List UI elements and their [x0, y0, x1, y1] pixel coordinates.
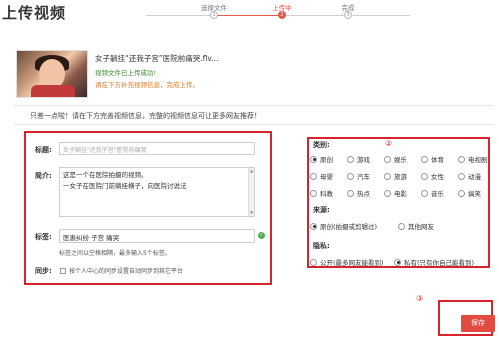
privacy-option-private[interactable]: 私有(只有你自己能看到) — [394, 257, 474, 267]
divider — [14, 124, 494, 125]
step-2-dot: 2 — [278, 11, 286, 19]
radio-icon — [458, 172, 465, 180]
step-line — [146, 15, 214, 16]
sync-label: 同步: — [35, 267, 52, 275]
radio-icon — [398, 222, 405, 230]
category-option-tv[interactable]: 电视剧 — [458, 154, 492, 164]
source-option-others[interactable]: 其他网友 — [398, 221, 434, 231]
category-option-anime[interactable]: 动漫 — [458, 171, 492, 181]
category-option-baby[interactable]: 母婴 — [310, 171, 347, 181]
category-option-travel[interactable]: 旅游 — [384, 171, 421, 181]
radio-icon — [347, 189, 354, 197]
category-option-science[interactable]: 科教 — [310, 188, 347, 198]
source-label: 来源: — [313, 206, 330, 214]
step-line — [282, 15, 350, 16]
category-option-movie[interactable]: 电影 — [384, 188, 421, 198]
upload-success-text: 视频文件已上传成功! — [95, 69, 157, 77]
radio-icon — [384, 189, 391, 197]
radio-icon — [384, 172, 391, 180]
category-option-sports[interactable]: 体育 — [421, 154, 458, 164]
radio-icon — [458, 189, 465, 197]
category-options: 原创 游戏 娱乐 体育 电视剧 母婴 汽车 旅游 女性 动漫 科教 热点 电影 … — [310, 154, 488, 198]
desc-label: 简介: — [35, 172, 52, 180]
step-1-dot: 1 — [210, 11, 218, 19]
category-label: 类别: — [313, 141, 330, 149]
textarea-scrollbar[interactable]: ▲ ▼ — [248, 168, 254, 216]
radio-icon — [421, 189, 428, 197]
radio-icon — [458, 155, 465, 163]
save-button[interactable]: 保存 — [461, 315, 495, 332]
radio-icon — [384, 155, 391, 163]
upload-tip-text: 请在下方补充视频信息，完成上传。 — [95, 81, 199, 89]
step-line-active — [214, 15, 282, 16]
radio-icon — [310, 155, 317, 163]
radio-icon — [310, 222, 317, 230]
radio-icon — [310, 258, 317, 266]
category-option-original[interactable]: 原创 — [310, 154, 347, 164]
sync-option[interactable]: 按个人中心的同步设置自动同步到其它平台 — [60, 266, 183, 275]
valid-check-icon: ✓ — [258, 232, 265, 239]
radio-icon — [310, 172, 317, 180]
radio-icon — [421, 155, 428, 163]
tags-label: 标签: — [35, 233, 52, 241]
radio-icon — [310, 189, 317, 197]
category-option-entertainment[interactable]: 娱乐 — [384, 154, 421, 164]
title-input[interactable]: 女子躺挂"还我子宫"医院前痛哭 — [59, 142, 255, 155]
radio-icon — [347, 155, 354, 163]
radio-icon — [421, 172, 428, 180]
description-line: 这是一个在医院拍摄的视频。 — [63, 171, 148, 179]
title-label: 标题: — [35, 146, 52, 154]
divider — [14, 105, 494, 106]
privacy-label: 隐私: — [313, 242, 330, 250]
file-name: 女子躺挂“还我子宫”医院前痛哭.flv... — [95, 54, 219, 63]
sync-text: 按个人中心的同步设置自动同步到其它平台 — [69, 268, 184, 275]
category-option-hot[interactable]: 热点 — [347, 188, 384, 198]
sync-checkbox[interactable] — [60, 267, 66, 274]
page-title: 上传视频 — [2, 4, 67, 22]
radio-icon — [394, 258, 401, 266]
video-thumbnail — [16, 50, 88, 98]
tags-input[interactable]: 医患纠纷 子宫 痛哭 — [59, 229, 255, 243]
description-textarea[interactable]: 这是一个在医院拍摄的视频。 一女子在医院门前躺挂横子，向医院讨说法 ▲ ▼ — [59, 167, 255, 217]
category-option-funny[interactable]: 搞笑 — [458, 188, 492, 198]
step-3-dot: 3 — [344, 11, 352, 19]
tags-hint: 标签之间以空格相隔，最多输入5个标签。 — [59, 250, 171, 257]
step-line — [350, 15, 410, 16]
category-option-women[interactable]: 女性 — [421, 171, 458, 181]
notice-text: 只差一点啦！请在下方完善视频信息，完整的视频信息可让更多网友推荐！ — [30, 112, 261, 120]
description-line: 一女子在医院门前躺挂横子，向医院讨说法 — [63, 182, 187, 190]
marker-two: ② — [385, 139, 393, 148]
privacy-option-public[interactable]: 公开(最多网友能看到) — [310, 257, 384, 267]
marker-three: ③ — [416, 294, 424, 303]
category-option-game[interactable]: 游戏 — [347, 154, 384, 164]
category-option-auto[interactable]: 汽车 — [347, 171, 384, 181]
category-option-music[interactable]: 音乐 — [421, 188, 458, 198]
source-option-original[interactable]: 原创(拍摄或剪辑过) — [310, 221, 377, 231]
radio-icon — [347, 172, 354, 180]
